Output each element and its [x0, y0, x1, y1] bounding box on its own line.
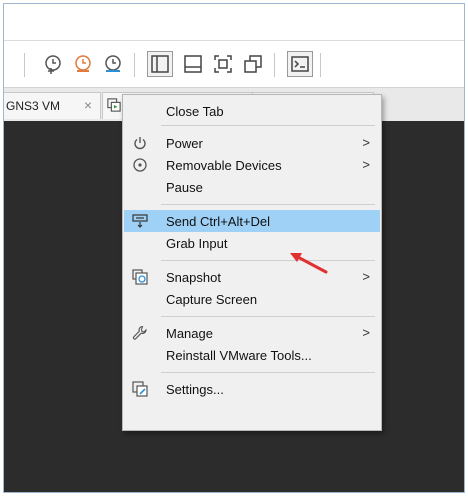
- menu-item-label: Capture Screen: [166, 292, 258, 307]
- keyboard-send-icon: [132, 213, 148, 229]
- tab-label: GNS3 VM: [6, 99, 61, 113]
- full-screen-button[interactable]: [210, 51, 236, 77]
- menu-item-close-tab[interactable]: Close Tab: [124, 100, 380, 122]
- menu-separator: [161, 204, 375, 205]
- vm-icon: [107, 98, 121, 112]
- title-strip: [4, 4, 464, 41]
- menu-item-pause[interactable]: Pause: [124, 176, 380, 198]
- menu-item-send-ctrl-alt-del[interactable]: Send Ctrl+Alt+Del: [124, 210, 380, 232]
- tab-gns3-vm[interactable]: GNS3 VM ×: [4, 92, 101, 119]
- menu-item-manage[interactable]: Manage >: [124, 322, 380, 344]
- console-layout-icon: [184, 55, 202, 73]
- terminal-button[interactable]: [287, 51, 313, 77]
- context-menu: Close Tab Power > Removable Devices > Pa…: [122, 94, 382, 431]
- menu-separator: [161, 372, 375, 373]
- menu-item-capture-screen[interactable]: Capture Screen: [124, 288, 380, 310]
- wrench-icon: [132, 325, 148, 341]
- menu-item-removable-devices[interactable]: Removable Devices >: [124, 154, 380, 176]
- snapshot-icon: [132, 269, 148, 285]
- app-window: GNS3 VM × Close Tab Power > Removable De…: [3, 3, 465, 493]
- clock-manager-icon: [105, 55, 121, 72]
- submenu-arrow-icon: >: [362, 157, 370, 172]
- unity-button[interactable]: [240, 51, 266, 77]
- clock-add-icon: [45, 55, 61, 74]
- settings-icon: [132, 381, 148, 397]
- snapshot-revert-button[interactable]: [70, 51, 96, 77]
- menu-item-label: Reinstall VMware Tools...: [166, 348, 312, 363]
- toolbar-separator: [134, 53, 135, 77]
- menu-item-label: Send Ctrl+Alt+Del: [166, 214, 271, 229]
- terminal-icon: [291, 56, 309, 72]
- toolbar-separator: [24, 53, 25, 77]
- menu-item-grab-input[interactable]: Grab Input: [124, 232, 380, 254]
- menu-item-power[interactable]: Power >: [124, 132, 380, 154]
- submenu-arrow-icon: >: [362, 325, 370, 340]
- toolbar-separator: [274, 53, 275, 77]
- menu-item-label: Snapshot: [166, 270, 221, 285]
- menu-item-label: Removable Devices: [166, 158, 282, 173]
- toolbar: [4, 41, 464, 85]
- snapshot-take-button[interactable]: [40, 51, 66, 77]
- menu-item-reinstall-vmware-tools[interactable]: Reinstall VMware Tools...: [124, 344, 380, 366]
- clock-revert-icon: [75, 55, 91, 72]
- partial-icon: [3, 54, 13, 74]
- library-view-button[interactable]: [147, 51, 173, 77]
- snapshot-manager-button[interactable]: [100, 51, 126, 77]
- submenu-arrow-icon: >: [362, 135, 370, 150]
- menu-item-label: Power: [166, 136, 203, 151]
- menu-item-label: Settings...: [166, 382, 224, 397]
- sidebar-layout-icon: [151, 55, 169, 73]
- toolbar-partial-button[interactable]: [3, 51, 16, 77]
- menu-item-label: Pause: [166, 180, 203, 195]
- toolbar-separator: [320, 53, 321, 77]
- submenu-arrow-icon: >: [362, 269, 370, 284]
- menu-separator: [161, 125, 375, 126]
- menu-separator: [161, 260, 375, 261]
- close-icon[interactable]: ×: [84, 97, 92, 113]
- power-icon: [132, 135, 148, 151]
- console-view-button[interactable]: [180, 51, 206, 77]
- menu-separator: [161, 316, 375, 317]
- windows-overlap-icon: [244, 55, 262, 73]
- menu-item-label: Close Tab: [166, 104, 224, 119]
- menu-item-snapshot[interactable]: Snapshot >: [124, 266, 380, 288]
- menu-item-settings[interactable]: Settings...: [124, 378, 380, 400]
- fullscreen-icon: [214, 55, 232, 73]
- menu-item-label: Manage: [166, 326, 213, 341]
- annotation-arrow-icon: [290, 253, 328, 274]
- disc-icon: [132, 157, 148, 173]
- menu-item-label: Grab Input: [166, 236, 228, 251]
